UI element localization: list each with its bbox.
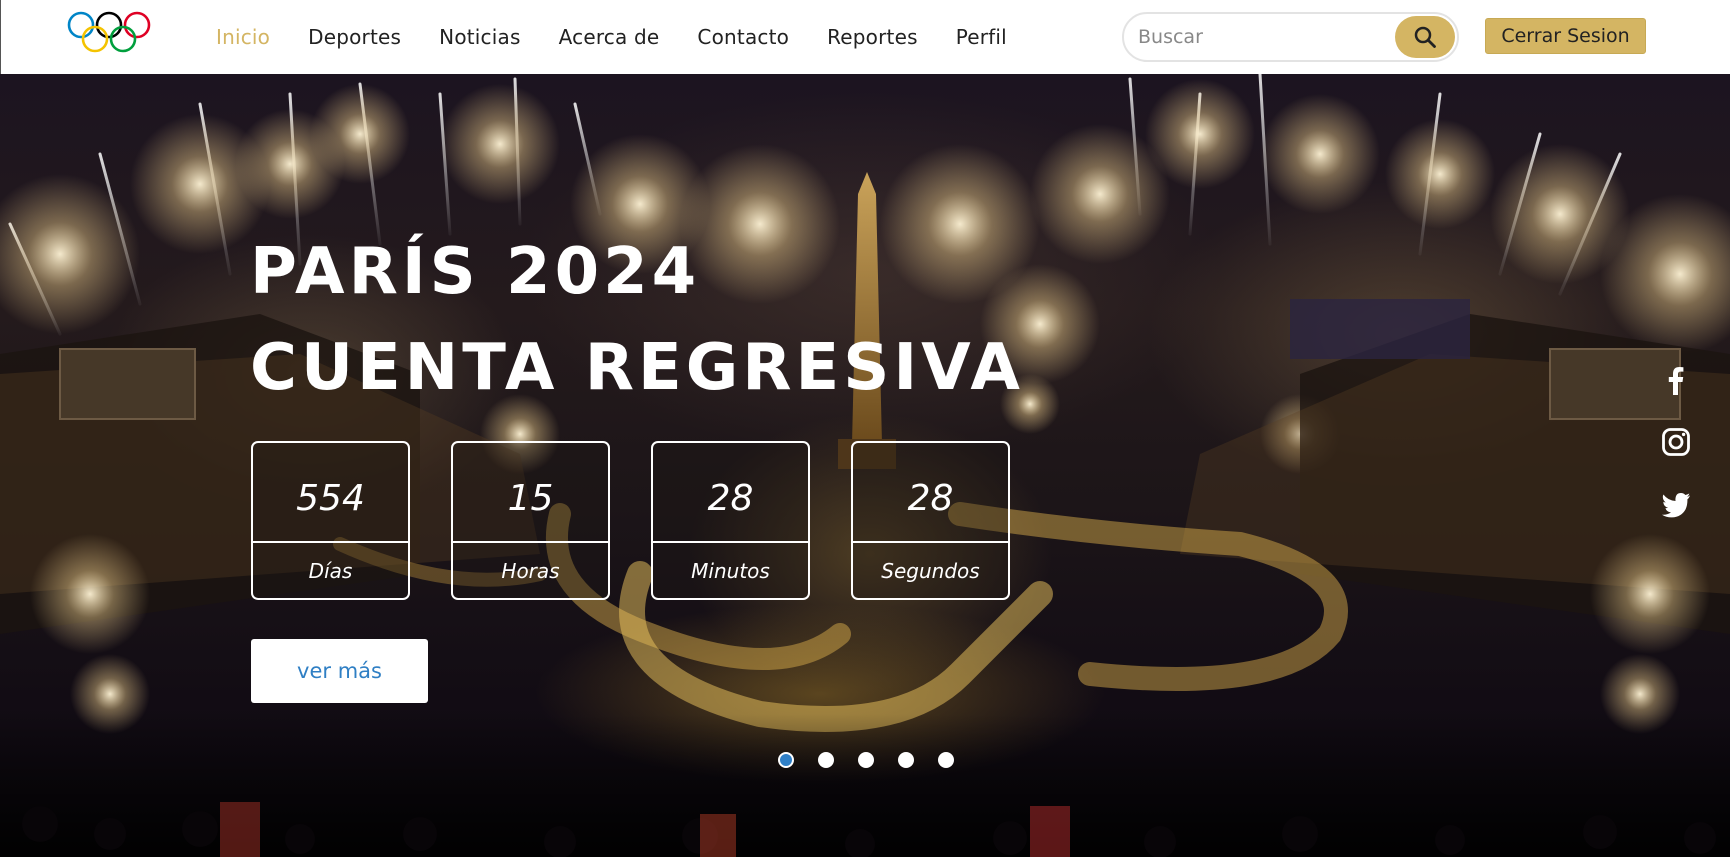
hero-title: PARÍS 2024 CUENTA REGRESIVA	[250, 224, 1024, 416]
countdown-minutes-value: 28	[653, 443, 808, 543]
social-links	[1660, 364, 1692, 550]
carousel-dot-1[interactable]	[778, 752, 794, 768]
ring-blue	[67, 11, 95, 39]
carousel-dot-5[interactable]	[938, 752, 954, 768]
nav-item-acerca-de[interactable]: Acerca de	[559, 25, 660, 49]
carousel-dot-4[interactable]	[898, 752, 914, 768]
countdown-hours-label: Horas	[501, 558, 560, 583]
countdown-days: 554 Días	[251, 441, 410, 600]
twitter-icon[interactable]	[1660, 488, 1692, 520]
carousel-dot-2[interactable]	[818, 752, 834, 768]
navbar: Inicio Deportes Noticias Acerca de Conta…	[0, 0, 1730, 74]
countdown-minutes: 28 Minutos	[651, 441, 810, 600]
nav-item-reportes[interactable]: Reportes	[827, 25, 918, 49]
hero-banner: PARÍS 2024 CUENTA REGRESIVA 554 Días 15 …	[0, 74, 1730, 857]
countdown-seconds-label: Segundos	[881, 558, 980, 583]
countdown-seconds-value: 28	[853, 443, 1008, 543]
nav-item-deportes[interactable]: Deportes	[308, 25, 401, 49]
olympic-rings-logo[interactable]	[67, 11, 163, 57]
hero-title-line-1: PARÍS 2024	[250, 235, 701, 309]
nav-item-contacto[interactable]: Contacto	[697, 25, 789, 49]
ring-black	[95, 11, 123, 39]
see-more-button[interactable]: ver más	[251, 639, 428, 703]
search-bar	[1122, 12, 1459, 62]
ring-red	[123, 11, 151, 39]
nav-item-noticias[interactable]: Noticias	[439, 25, 520, 49]
countdown-timer: 554 Días 15 Horas 28 Minutos 28 Segundos	[251, 441, 1051, 600]
hero-title-line-2: CUENTA REGRESIVA	[250, 331, 1024, 405]
carousel-dot-3[interactable]	[858, 752, 874, 768]
search-button[interactable]	[1395, 16, 1455, 58]
search-icon	[1414, 26, 1436, 48]
ring-yellow	[81, 25, 109, 53]
countdown-minutes-label: Minutos	[691, 558, 770, 583]
carousel-indicators	[778, 752, 978, 768]
instagram-icon[interactable]	[1660, 426, 1692, 458]
search-input[interactable]	[1138, 23, 1388, 51]
countdown-hours-value: 15	[453, 443, 608, 543]
logout-button[interactable]: Cerrar Sesion	[1485, 18, 1646, 54]
main-nav: Inicio Deportes Noticias Acerca de Conta…	[216, 0, 1045, 74]
countdown-days-value: 554	[253, 443, 408, 543]
countdown-hours: 15 Horas	[451, 441, 610, 600]
facebook-icon[interactable]	[1660, 364, 1692, 396]
ring-green	[109, 25, 137, 53]
nav-item-perfil[interactable]: Perfil	[956, 25, 1007, 49]
countdown-seconds: 28 Segundos	[851, 441, 1010, 600]
countdown-days-label: Días	[308, 558, 353, 583]
nav-item-inicio[interactable]: Inicio	[216, 25, 270, 49]
